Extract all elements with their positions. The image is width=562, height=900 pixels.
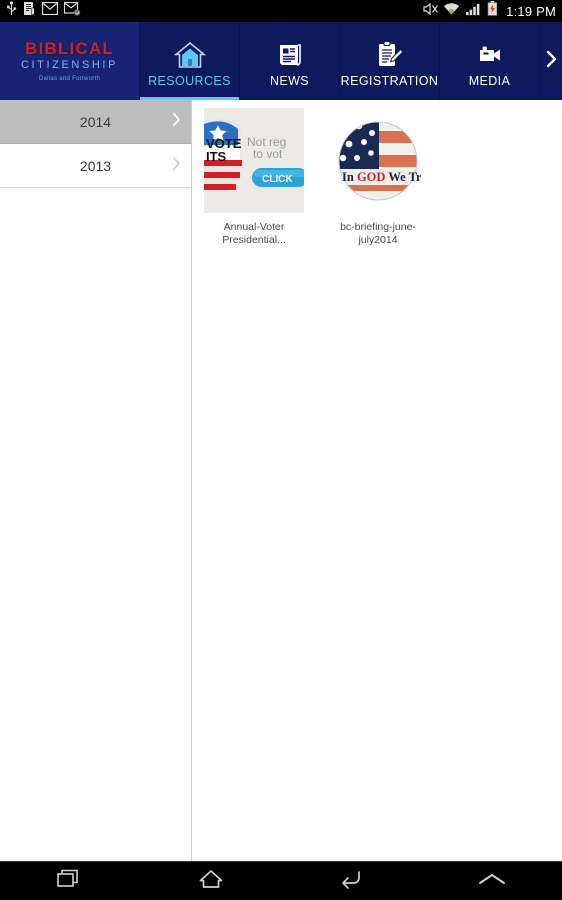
svg-text:CLICK: CLICK bbox=[262, 174, 293, 185]
document-alert-icon bbox=[23, 1, 36, 21]
resource-card-briefing[interactable]: In GOD We Trust bc-briefing-june-july201… bbox=[328, 108, 428, 247]
tab-resources[interactable]: RESOURCES bbox=[140, 22, 240, 100]
video-camera-icon bbox=[474, 38, 506, 72]
chevron-right-icon bbox=[545, 49, 558, 74]
tab-scroll-right-button[interactable] bbox=[540, 22, 562, 100]
tab-label-news: NEWS bbox=[269, 74, 310, 88]
home-icon bbox=[173, 38, 207, 72]
expand-button[interactable] bbox=[422, 862, 562, 900]
svg-text:In GOD We Trust: In GOD We Trust bbox=[342, 170, 421, 184]
battery-charging-icon bbox=[487, 1, 498, 21]
svg-text:ITS: ITS bbox=[206, 149, 227, 164]
logo-title-line1: BIBLICAL bbox=[25, 39, 114, 59]
resource-caption: bc-briefing-june-july2014 bbox=[340, 221, 416, 247]
sidebar-item-2013[interactable]: 2013 bbox=[0, 144, 191, 188]
gmail-icon bbox=[41, 1, 59, 20]
app-logo[interactable]: BIBLICAL CITIZENSHIP Dallas and Fortwort… bbox=[0, 22, 140, 100]
clock-label: 1:19 PM bbox=[506, 3, 556, 19]
status-bar-right-icons: 1:19 PM bbox=[422, 1, 556, 21]
year-sidebar: 2014 2013 bbox=[0, 100, 192, 862]
home-outline-icon bbox=[197, 868, 225, 895]
clipboard-pencil-icon bbox=[374, 38, 406, 72]
sidebar-label-2014: 2014 bbox=[79, 113, 112, 130]
tab-news[interactable]: NEWS bbox=[240, 22, 340, 100]
tab-registration[interactable]: REGISTRATION bbox=[340, 22, 440, 100]
tab-label-registration: REGISTRATION bbox=[340, 74, 439, 88]
sidebar-label-2013: 2013 bbox=[79, 157, 112, 174]
american-flag-circle-thumbnail[interactable]: In GOD We Trust bbox=[328, 108, 428, 213]
app-screen: 1:19 PM BIBLICAL CITIZENSHIP Dallas and … bbox=[0, 0, 562, 900]
recents-icon bbox=[57, 868, 83, 895]
back-arrow-icon bbox=[338, 868, 364, 895]
svg-text:to vot: to vot bbox=[253, 147, 283, 161]
main-tab-bar: BIBLICAL CITIZENSHIP Dallas and Fortwort… bbox=[0, 22, 562, 100]
status-bar-left-icons bbox=[6, 1, 81, 21]
resource-caption: Annual-Voter Presidential... bbox=[222, 221, 286, 247]
newspaper-icon bbox=[275, 38, 305, 72]
chevron-up-icon bbox=[477, 870, 507, 893]
chevron-right-icon bbox=[172, 112, 181, 132]
home-button[interactable] bbox=[141, 862, 282, 900]
usb-icon bbox=[6, 1, 17, 21]
logo-title-line2: CITIZENSHIP bbox=[20, 59, 119, 71]
resource-card-voter[interactable]: VOTE ITS Not reg to vot CLICK Annual-Vot… bbox=[204, 108, 304, 247]
logo-subtitle: Dallas and Fortworth bbox=[38, 75, 101, 82]
system-navigation-bar bbox=[0, 862, 562, 900]
chevron-right-icon bbox=[172, 156, 181, 176]
wifi-icon bbox=[443, 2, 460, 21]
status-bar: 1:19 PM bbox=[0, 0, 562, 22]
vote-badge-register-thumbnail[interactable]: VOTE ITS Not reg to vot CLICK bbox=[204, 108, 304, 213]
sidebar-item-2014[interactable]: 2014 bbox=[0, 100, 191, 144]
recents-button[interactable] bbox=[0, 862, 141, 900]
mute-icon bbox=[422, 2, 439, 21]
content-area: 2014 2013 VOTE ITS Not reg to vot CLICK … bbox=[0, 100, 562, 862]
tab-label-resources: RESOURCES bbox=[148, 74, 231, 88]
back-button[interactable] bbox=[281, 862, 422, 900]
tab-media[interactable]: MEDIA bbox=[440, 22, 540, 100]
resource-grid: VOTE ITS Not reg to vot CLICK Annual-Vot… bbox=[192, 100, 562, 862]
cellular-signal-icon bbox=[465, 2, 482, 21]
tab-label-media: MEDIA bbox=[468, 74, 511, 88]
email-sync-icon bbox=[63, 1, 81, 21]
